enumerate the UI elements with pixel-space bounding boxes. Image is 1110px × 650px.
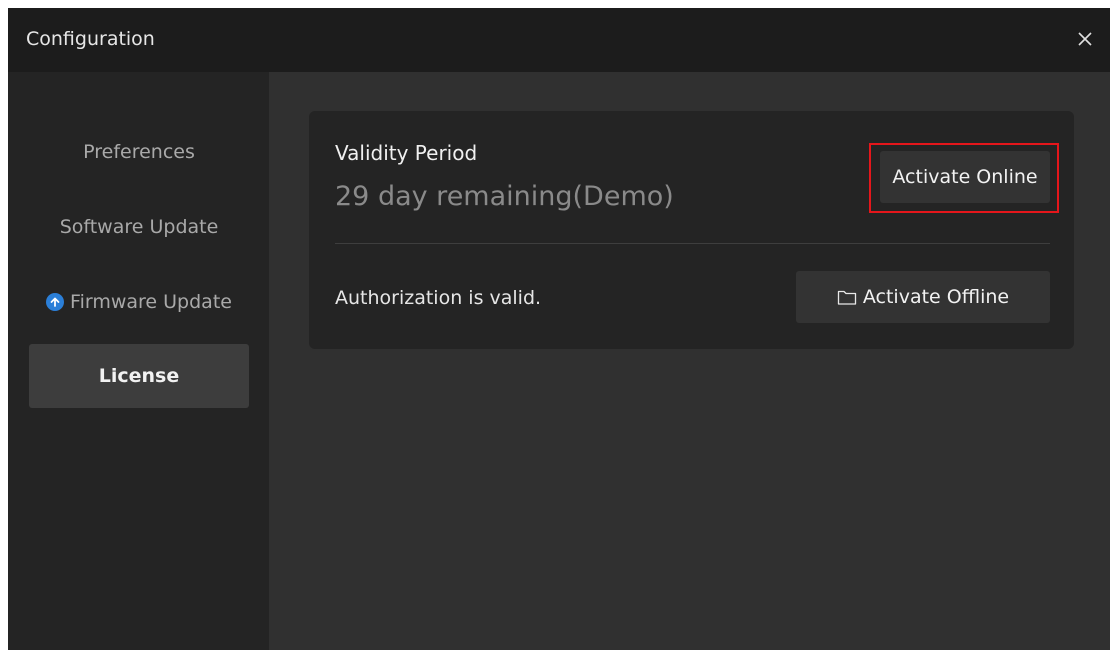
sidebar-item-preferences[interactable]: Preferences	[29, 120, 249, 184]
remaining-days-text: 29 day remaining(Demo)	[335, 181, 674, 212]
sidebar: Preferences Software Update Firmware Upd…	[8, 72, 269, 650]
window-title: Configuration	[26, 28, 155, 50]
configuration-window: Configuration Preferences Software Updat…	[8, 8, 1110, 650]
upload-arrow-icon	[46, 293, 65, 311]
sidebar-item-firmware-update[interactable]: Firmware Update	[29, 270, 249, 334]
folder-icon	[837, 289, 857, 306]
activate-offline-button[interactable]: Activate Offline	[796, 271, 1050, 323]
title-bar: Configuration	[8, 8, 1110, 72]
sidebar-item-label: Software Update	[59, 216, 219, 238]
activate-online-button[interactable]: Activate Online	[880, 151, 1050, 203]
authorization-status-text: Authorization is valid.	[335, 287, 542, 309]
close-button[interactable]	[1070, 24, 1100, 54]
validity-period-label: Validity Period	[335, 141, 478, 165]
close-icon	[1078, 32, 1092, 46]
license-card: Validity Period 29 day remaining(Demo) A…	[309, 111, 1074, 349]
sidebar-item-label: License	[98, 365, 180, 387]
activate-online-label: Activate Online	[892, 166, 1038, 188]
sidebar-item-label: Preferences	[83, 141, 195, 163]
sidebar-item-license[interactable]: License	[29, 344, 249, 408]
sidebar-item-label: Firmware Update	[70, 291, 232, 313]
divider	[335, 243, 1050, 244]
activate-offline-label: Activate Offline	[862, 286, 1010, 308]
main-panel: Validity Period 29 day remaining(Demo) A…	[269, 72, 1110, 650]
sidebar-item-software-update[interactable]: Software Update	[29, 195, 249, 259]
